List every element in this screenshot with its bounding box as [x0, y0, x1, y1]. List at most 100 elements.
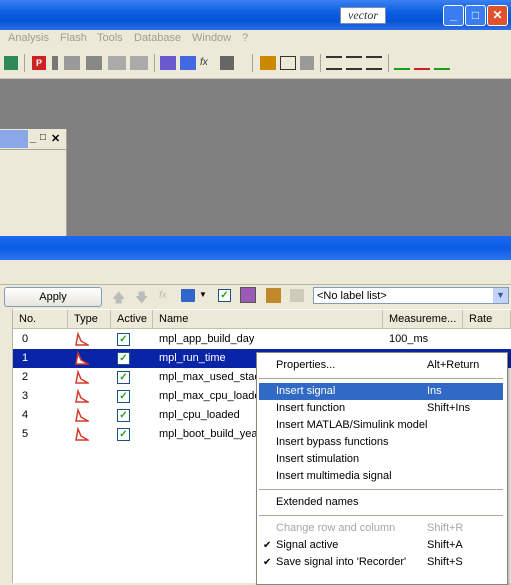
column-header-no[interactable]: No. [13, 310, 68, 329]
menu-item-extended-names[interactable]: Extended names [259, 494, 503, 511]
label-list-icon[interactable] [266, 288, 281, 303]
toolbar-separator [24, 54, 25, 72]
column-header-measurement[interactable]: Measureme... [383, 310, 463, 329]
signal-type-icon [75, 350, 91, 365]
menu-item-save-to-recorder[interactable]: ✔ Save signal into 'Recorder' Shift+S [259, 554, 503, 571]
column-header-type[interactable]: Type [68, 310, 111, 329]
active-checkbox[interactable]: ✓ [117, 333, 130, 346]
menu-item-insert-multimedia[interactable]: Insert multimedia signal [259, 468, 503, 485]
toolbar-separator [388, 54, 389, 72]
recorder-icon[interactable] [240, 287, 256, 303]
menu-item-insert-stimulation[interactable]: Insert stimulation [259, 451, 503, 468]
toolbar-separator [154, 54, 155, 72]
menu-item-insert-bypass[interactable]: Insert bypass functions [259, 434, 503, 451]
ecu-icon[interactable] [108, 56, 126, 70]
title-bar [0, 0, 511, 30]
vector-logo: vector [340, 7, 386, 24]
toolbar-separator [320, 54, 321, 72]
function-icon[interactable]: fx [200, 56, 214, 70]
menu-window[interactable]: Window [192, 32, 231, 44]
device-icon[interactable] [64, 56, 80, 70]
menu-item-change-row-column[interactable]: Change row and column Shift+R [259, 520, 503, 537]
row-number: 1 [22, 352, 29, 364]
label-edit-icon[interactable] [290, 289, 304, 302]
menu-item-properties[interactable]: Properties... Alt+Return [259, 357, 503, 374]
label-list-value: <No label list> [317, 290, 387, 302]
window-menu-strip [0, 260, 511, 285]
menu-item-insert-function[interactable]: Insert function Shift+Ins [259, 400, 503, 417]
checkmark-icon: ✔ [263, 557, 272, 568]
toolbar-separator [252, 54, 253, 72]
child-minimize-button[interactable]: _ [30, 132, 36, 144]
child-window-caption [0, 130, 28, 148]
active-checkbox[interactable]: ✓ [117, 371, 130, 384]
maximize-button[interactable]: □ [465, 5, 486, 26]
move-icon[interactable] [260, 56, 276, 70]
mdi-workspace [0, 79, 511, 236]
menu-item-insert-signal[interactable]: Insert signal Ins [259, 383, 503, 400]
checkmark-icon: ✔ [263, 540, 272, 551]
menu-flash[interactable]: Flash [60, 32, 87, 44]
active-checkbox[interactable]: ✓ [117, 352, 130, 365]
align-left-icon[interactable] [326, 56, 342, 70]
label-list-select[interactable]: <No label list> ▼ [313, 287, 509, 304]
column-header-active[interactable]: Active [111, 310, 153, 329]
signal-type-icon [75, 388, 91, 403]
align-center-icon[interactable] [346, 56, 362, 70]
hatch-icon[interactable] [300, 56, 314, 70]
row-number: 2 [22, 371, 29, 383]
close-button[interactable]: ✕ [487, 5, 508, 26]
table-row[interactable]: 0 ✓ mpl_app_build_day 100_ms [13, 330, 511, 349]
signal-green-icon[interactable] [394, 56, 410, 70]
active-checkbox[interactable]: ✓ [117, 428, 130, 441]
signal-red-icon[interactable] [414, 56, 430, 70]
child-maximize-button[interactable]: □ [40, 132, 46, 143]
edit2-icon[interactable] [180, 56, 196, 70]
signal-green2-icon[interactable] [434, 56, 450, 70]
ecu2-icon[interactable] [130, 56, 148, 70]
chevron-down-icon[interactable]: ▼ [199, 290, 207, 299]
table-icon[interactable] [280, 56, 296, 70]
save-icon[interactable] [181, 289, 195, 302]
column-header-rate[interactable]: Rate [463, 310, 511, 329]
active-checkbox[interactable]: ✓ [117, 409, 130, 422]
grid-icon[interactable] [4, 56, 18, 70]
column-header-name[interactable]: Name [153, 310, 383, 329]
signal-type-icon [75, 369, 91, 384]
menu-item-signal-active[interactable]: ✔ Signal active Shift+A [259, 537, 503, 554]
menu-tools[interactable]: Tools [97, 32, 123, 44]
signal-name: mpl_app_build_day [159, 333, 255, 345]
context-menu: Properties... Alt+Return Insert signal Ins… [256, 352, 508, 585]
flash-p-icon[interactable]: P [32, 56, 46, 70]
arrow-up-icon[interactable]: 🡅 [112, 289, 125, 311]
info-icon[interactable] [52, 56, 58, 70]
align-right-icon[interactable] [366, 56, 382, 70]
menu-database[interactable]: Database [134, 32, 181, 44]
signal-type-icon [75, 407, 91, 422]
menu-separator [259, 489, 503, 490]
chevron-down-icon[interactable]: ▼ [493, 288, 508, 303]
main-toolbar: P fx [0, 48, 511, 79]
menu-help[interactable]: ? [242, 32, 248, 44]
window-icon[interactable] [220, 56, 234, 70]
measurement-rate: 100_ms [389, 333, 429, 345]
arrow-down-icon[interactable]: 🡇 [135, 289, 148, 311]
apply-button[interactable]: Apply [4, 287, 102, 307]
menu-bar: Analysis Flash Tools Database Window ? [0, 30, 511, 48]
minimize-button[interactable]: _ [443, 5, 464, 26]
edit-icon[interactable] [160, 56, 176, 70]
menu-separator [259, 378, 503, 379]
menu-item-insert-matlab[interactable]: Insert MATLAB/Simulink model [259, 417, 503, 434]
signal-type-icon [75, 426, 91, 441]
calibrate-icon[interactable] [86, 56, 102, 70]
activate-checkbox-icon[interactable]: ✓ [218, 289, 231, 302]
table-gutter [0, 309, 13, 583]
signal-type-icon [75, 331, 91, 346]
active-checkbox[interactable]: ✓ [117, 390, 130, 403]
child-close-button[interactable]: ✕ [51, 132, 60, 145]
row-number: 4 [22, 409, 29, 421]
function-icon[interactable]: fx [159, 290, 167, 301]
row-number: 5 [22, 428, 29, 440]
menu-analysis[interactable]: Analysis [8, 32, 49, 44]
menu-separator [259, 515, 503, 516]
